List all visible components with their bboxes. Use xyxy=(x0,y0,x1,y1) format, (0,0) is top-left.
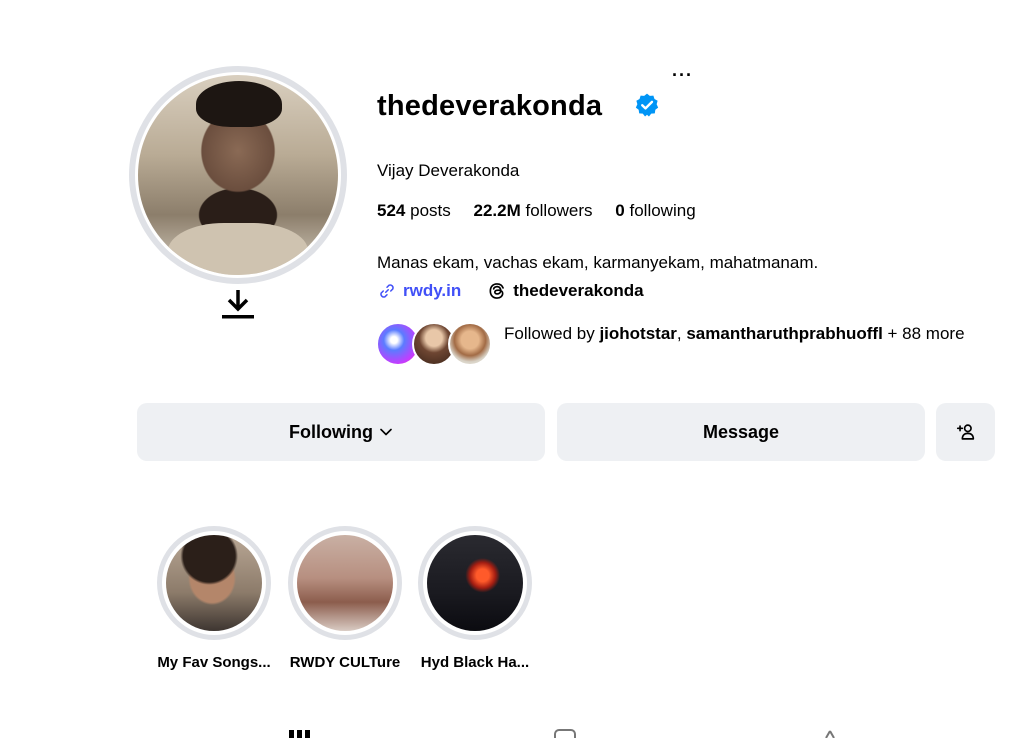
suggest-people-button[interactable] xyxy=(936,403,995,461)
threads-link[interactable]: thedeverakonda xyxy=(513,280,643,302)
highlight-cover xyxy=(427,535,523,631)
avatar-gap xyxy=(135,72,341,278)
chevron-down-icon xyxy=(380,428,392,436)
verified-badge-icon xyxy=(635,93,659,117)
add-person-icon xyxy=(956,424,974,440)
profile-full-name: Vijay Deverakonda xyxy=(377,161,520,180)
highlight-ring xyxy=(288,526,402,640)
profile-links: rwdy.in thedeverakonda xyxy=(377,280,644,302)
download-icon[interactable] xyxy=(221,287,255,321)
highlight-ring xyxy=(157,526,271,640)
website-link[interactable]: rwdy.in xyxy=(403,280,461,302)
following-button-label: Following xyxy=(289,421,373,442)
mutual-avatar-3 xyxy=(448,322,492,366)
message-button-label: Message xyxy=(702,421,780,442)
tagged-tab-icon[interactable] xyxy=(818,728,842,738)
posts-grid-tab-icon[interactable] xyxy=(288,728,312,738)
highlight-item[interactable]: My Fav Songs... xyxy=(157,526,271,671)
highlight-ring xyxy=(418,526,532,640)
profile-username: thedeverakonda xyxy=(377,90,603,122)
highlight-cover xyxy=(297,535,393,631)
profile-bio: Manas ekam, vachas ekam, karmanyekam, ma… xyxy=(377,253,819,272)
following-button[interactable]: Following xyxy=(137,403,545,461)
reels-tab-icon[interactable] xyxy=(553,728,577,738)
avatar-image xyxy=(138,75,338,275)
highlight-item[interactable]: Hyd Black Ha... xyxy=(418,526,532,671)
followed-by-text[interactable]: Followed by jiohotstar, samantharuthprab… xyxy=(504,322,974,346)
followers-count[interactable]: 22.2M followers xyxy=(473,201,592,220)
highlight-item[interactable]: RWDY CULTure xyxy=(288,526,402,671)
following-count[interactable]: 0 following xyxy=(615,201,695,220)
threads-icon xyxy=(489,283,505,299)
more-options-icon[interactable]: ··· xyxy=(672,65,693,86)
link-icon xyxy=(380,284,394,298)
highlight-cover xyxy=(166,535,262,631)
message-button[interactable]: Message xyxy=(557,403,925,461)
mutual-followers-avatars[interactable] xyxy=(376,322,494,366)
highlight-label: Hyd Black Ha... xyxy=(420,654,530,671)
profile-avatar[interactable] xyxy=(129,66,347,284)
profile-stats: 524 posts 22.2M followers 0 following xyxy=(377,200,714,222)
posts-count: 524 posts xyxy=(377,201,451,220)
avatar-hair-shape xyxy=(196,81,282,127)
avatar-shirt-shape xyxy=(168,223,308,275)
